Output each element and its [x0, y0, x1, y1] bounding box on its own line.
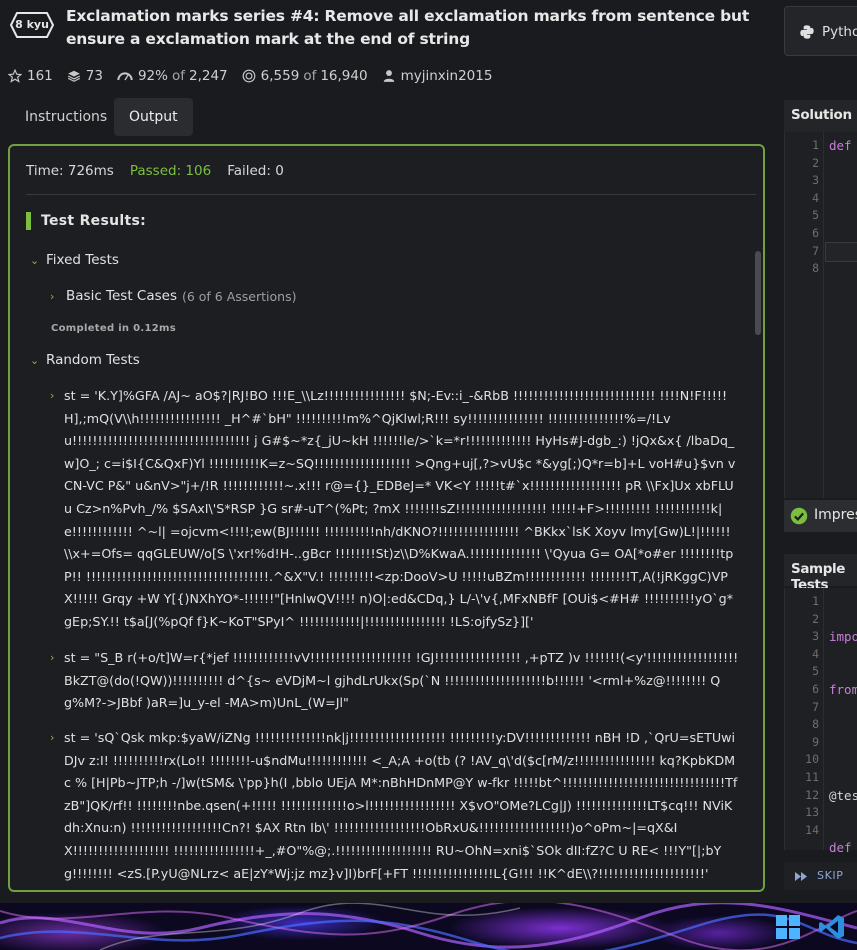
- time-text: Time: 726ms: [26, 163, 114, 179]
- test-results-title: Test Results:: [41, 213, 146, 229]
- fixed-tests-group[interactable]: ⌄ Fixed Tests: [30, 252, 119, 268]
- chevron-down-icon: ⌄: [30, 353, 40, 367]
- votes-count: 2,247: [189, 68, 228, 84]
- completed-stat: 6,559 of 16,940: [242, 68, 368, 84]
- satisfaction-stat: 92% of 2,247: [117, 68, 228, 84]
- of-label-2: of: [303, 68, 317, 84]
- tab-output[interactable]: Output: [114, 98, 193, 136]
- fast-forward-icon: [795, 872, 807, 881]
- skip-button[interactable]: SKIP: [784, 862, 857, 890]
- solution-editor[interactable]: 12 34 56 78 def: [784, 132, 857, 498]
- chevron-down-icon: ⌄: [30, 253, 40, 267]
- line-numbers: 12 34 56 78: [812, 138, 819, 276]
- random-tests-group[interactable]: ⌄ Random Tests: [30, 352, 140, 368]
- gutter-divider: [823, 132, 824, 498]
- gauge-icon: [117, 72, 133, 81]
- gutter-divider: [823, 588, 824, 850]
- satisfaction-value: 92%: [137, 68, 168, 84]
- fixed-tests-label: Fixed Tests: [46, 252, 119, 268]
- summary-divider: [26, 194, 756, 195]
- test-case-text: st = "S_B r(+o/t]W=r{*jef !!!!!!!!!!!!vV…: [64, 650, 739, 711]
- author-name[interactable]: myjinxin2015: [401, 68, 493, 84]
- language-label: Python: [822, 24, 857, 40]
- attempts-count: 16,940: [320, 68, 368, 84]
- stack-icon: [67, 70, 80, 82]
- check-circle-icon: [790, 507, 808, 525]
- completed-time: Completed in 0.12ms: [51, 323, 176, 334]
- tab-instructions[interactable]: Instructions: [10, 98, 122, 136]
- sample-code: impo from ​ @tes def: [829, 629, 857, 856]
- current-line-highlight: [825, 242, 857, 262]
- results-marker: [26, 212, 31, 230]
- chevron-right-icon: ›: [50, 289, 55, 303]
- basic-test-cases[interactable]: › Basic Test Cases (6 of 6 Assertions): [50, 288, 296, 304]
- author-stat[interactable]: myjinxin2015: [382, 68, 493, 84]
- output-scrollbar[interactable]: [753, 196, 763, 890]
- sample-tests-editor[interactable]: 12 34 56 78 910 1112 1314 impo from ​ @t…: [784, 588, 857, 855]
- chevron-right-icon: ›: [50, 389, 55, 402]
- collections-count: 73: [85, 68, 103, 84]
- run-summary: Time: 726ms Passed: 106 Failed: 0: [26, 163, 300, 179]
- language-selector[interactable]: Python: [784, 6, 857, 56]
- kata-title: Exclamation marks series #4: Remove all …: [66, 7, 750, 48]
- target-icon: [242, 69, 256, 83]
- stars-stat[interactable]: 161: [8, 68, 53, 84]
- line-numbers: 12 34 56 78 9 10 11 12 13 14: [805, 594, 819, 837]
- collections-stat: 73: [67, 68, 103, 84]
- failed-text: Failed: 0: [227, 163, 284, 179]
- test-case-text: st = 'K.Y]%GFA /AJ~ aO$?|RJ!BO !!!E_\\Lz…: [64, 388, 736, 629]
- user-icon: [383, 70, 394, 82]
- random-test-case[interactable]: › st = 'K.Y]%GFA /AJ~ aO$?|RJ!BO !!!E_\\…: [50, 385, 740, 634]
- rank-label: 8 kyu: [15, 18, 49, 31]
- impress-banner[interactable]: Impress: [784, 500, 857, 532]
- random-tests-label: Random Tests: [46, 352, 140, 368]
- desktop-wallpaper: [0, 903, 857, 950]
- wallpaper-waves: [0, 903, 857, 950]
- random-test-case[interactable]: › st = "S_B r(+o/t]W=r{*jef !!!!!!!!!!!!…: [50, 647, 740, 715]
- windows-logo-icon[interactable]: [776, 915, 800, 939]
- chevron-right-icon: ›: [50, 651, 55, 664]
- output-panel: Time: 726ms Passed: 106 Failed: 0 Test R…: [8, 144, 765, 892]
- skip-label: SKIP: [817, 869, 844, 882]
- code-keyword: def: [829, 138, 852, 153]
- solution-header: Solution: [784, 100, 857, 132]
- star-icon: [8, 69, 22, 83]
- stars-count: 161: [27, 68, 53, 84]
- basic-test-cases-label: Basic Test Cases: [66, 288, 177, 304]
- solution-title: Solution: [791, 107, 852, 123]
- sample-tests-header: Sample Tests: [784, 554, 857, 593]
- random-test-case[interactable]: › st = 'sQ`Qsk mkp:$yaW/iZNg !!!!!!!!!!!…: [50, 727, 740, 885]
- kata-stats: 161 73 92% of 2,247 6,559 of 16,940 myji…: [8, 66, 506, 86]
- impress-label: Impress: [814, 507, 857, 523]
- chevron-right-icon: ›: [50, 731, 55, 744]
- test-case-text: st = 'sQ`Qsk mkp:$yaW/iZNg !!!!!!!!!!!!!…: [64, 730, 738, 881]
- python-icon: [800, 25, 814, 39]
- basic-assertions: (6 of 6 Assertions): [181, 288, 297, 304]
- rank-badge: 8 kyu: [10, 12, 54, 38]
- of-label: of: [171, 68, 185, 84]
- vscode-icon[interactable]: [818, 913, 846, 941]
- passed-text: Passed: 106: [129, 163, 212, 179]
- completed-count: 6,559: [260, 68, 300, 84]
- scrollbar-thumb[interactable]: [755, 251, 761, 335]
